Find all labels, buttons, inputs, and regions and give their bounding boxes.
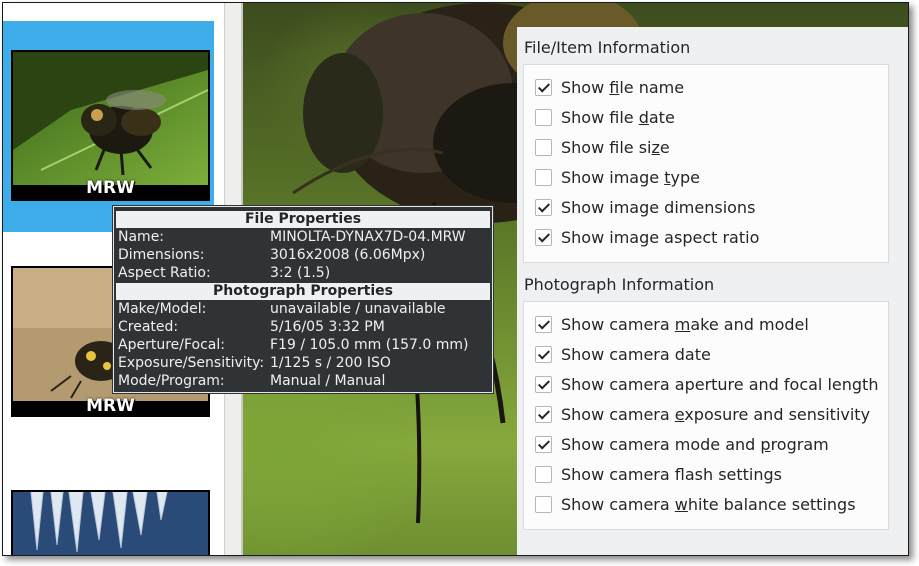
tooltip-value: F19 / 105.0 mm (157.0 mm) — [270, 337, 469, 353]
tooltip-key: Dimensions: — [118, 247, 205, 263]
tooltip-value: Manual / Manual — [270, 373, 386, 389]
checkbox[interactable] — [535, 138, 552, 156]
option-show-camera-white-balance[interactable]: Show camera white balance settings — [535, 493, 856, 515]
tooltip-key: Exposure/Sensitivity: — [118, 355, 265, 371]
thumbnail-caption: MRW — [86, 396, 135, 416]
checkbox[interactable] — [535, 435, 552, 453]
option-label: Show image dimensions — [561, 197, 756, 217]
icicles-photo — [13, 491, 208, 555]
option-show-camera-aperture[interactable]: Show camera aperture and focal length — [535, 373, 878, 395]
tooltip-value: unavailable / unavailable — [270, 301, 446, 317]
option-show-image-type[interactable]: Show image type — [535, 166, 700, 188]
file-properties-tooltip: File Properties Name: MINOLTA-DYNAX7D-04… — [112, 205, 494, 394]
checkbox[interactable] — [535, 108, 552, 126]
option-show-camera-mode-program[interactable]: Show camera mode and program — [535, 433, 829, 455]
tooltip-key: Aspect Ratio: — [118, 265, 211, 281]
option-label: Show image aspect ratio — [561, 227, 760, 247]
tooltip-value: MINOLTA-DYNAX7D-04.MRW — [270, 229, 466, 245]
checkbox[interactable] — [535, 78, 552, 96]
checkbox[interactable] — [535, 168, 552, 186]
option-show-file-name[interactable]: Show file name — [535, 76, 684, 98]
tooltip-value: 3:2 (1.5) — [270, 265, 331, 281]
checkbox[interactable] — [535, 495, 552, 513]
option-show-camera-make-model[interactable]: Show camera make and model — [535, 313, 809, 335]
checkbox[interactable] — [535, 198, 552, 216]
option-label: Show camera exposure and sensitivity — [561, 404, 871, 424]
thumbnail-caption: MRW — [86, 178, 135, 198]
checkbox[interactable] — [535, 405, 552, 423]
option-label: Show camera make and model — [561, 314, 809, 334]
option-label: Show camera white balance settings — [561, 494, 856, 514]
tooltip-key: Created: — [118, 319, 179, 335]
photograph-information-title: Photograph Information — [524, 275, 715, 294]
thumbnail-1[interactable]: MRW — [11, 50, 210, 201]
tooltip-value: 3016x2008 (6.06Mpx) — [270, 247, 426, 263]
file-properties-heading: File Properties — [116, 211, 490, 228]
checkbox[interactable] — [535, 375, 552, 393]
tooltip-key: Aperture/Focal: — [118, 337, 225, 353]
checkbox[interactable] — [535, 228, 552, 246]
option-label: Show camera date — [561, 344, 711, 364]
tooltip-key: Name: — [118, 229, 165, 245]
option-label: Show camera mode and program — [561, 434, 829, 454]
window-frame: MRW MRW File Properties Name: MINOLTA-DY… — [2, 2, 909, 556]
thumbnail-3[interactable] — [11, 490, 210, 555]
option-show-file-size[interactable]: Show file size — [535, 136, 670, 158]
option-show-file-date[interactable]: Show file date — [535, 106, 675, 128]
checkbox[interactable] — [535, 315, 552, 333]
option-label: Show camera flash settings — [561, 464, 783, 484]
option-show-image-dimensions[interactable]: Show image dimensions — [535, 196, 755, 218]
tooltip-value: 1/125 s / 200 ISO — [270, 355, 391, 371]
option-show-camera-flash[interactable]: Show camera flash settings — [535, 463, 782, 485]
option-label: Show camera aperture and focal length — [561, 374, 879, 394]
option-show-image-aspect-ratio[interactable]: Show image aspect ratio — [535, 226, 759, 248]
checkbox[interactable] — [535, 345, 552, 363]
tooltip-settings-panel: File/Item Information Show file name Sho… — [517, 27, 908, 555]
checkbox[interactable] — [535, 465, 552, 483]
tooltip-key: Make/Model: — [118, 301, 207, 317]
option-label: Show image type — [561, 167, 700, 187]
photograph-properties-heading: Photograph Properties — [116, 283, 490, 300]
tooltip-key: Mode/Program: — [118, 373, 225, 389]
option-show-camera-exposure[interactable]: Show camera exposure and sensitivity — [535, 403, 870, 425]
option-show-camera-date[interactable]: Show camera date — [535, 343, 711, 365]
option-label: Show file name — [561, 77, 685, 97]
option-label: Show file date — [561, 107, 675, 127]
option-label: Show file size — [561, 137, 670, 157]
tooltip-value: 5/16/05 3:32 PM — [270, 319, 385, 335]
file-item-information-title: File/Item Information — [524, 38, 691, 57]
